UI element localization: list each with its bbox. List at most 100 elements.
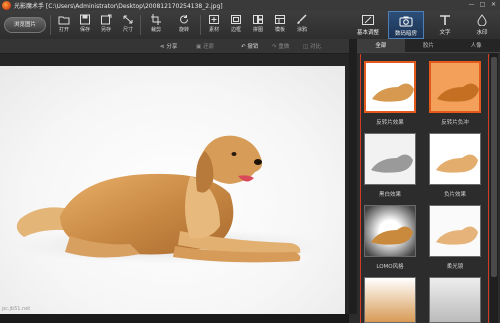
watermark-icon [477,14,487,26]
text-icon [440,15,450,25]
effects-panel: 全部 胶片 人像 反转片效果 反转片负冲 黑白效果 负片效果 LOMO风格 柔光… [357,39,500,323]
panel-scrollbar[interactable] [490,53,498,323]
mode-text[interactable]: 文字 [427,11,463,39]
size-label: 尺寸 [122,27,133,33]
material-icon [209,15,219,24]
redo-label: 重做 [278,44,290,50]
window-controls: — □ ✕ [467,1,498,9]
restore-label: 还原 [202,44,214,50]
rotate-icon [180,15,188,24]
app-logo-icon [2,1,11,10]
open-label: 打开 [58,27,69,33]
adjust-icon [362,15,374,25]
effect-thumb[interactable] [429,61,481,113]
crop-button[interactable]: 裁剪 [146,13,166,37]
tab-portrait[interactable]: 人像 [452,39,500,52]
undo-button[interactable]: ↶ 撤销 [241,42,258,50]
dog-thumbnail [372,83,414,102]
tab-film[interactable]: 胶片 [405,39,453,52]
effect-thumb[interactable] [429,205,481,257]
effects-tabs: 全部 胶片 人像 [357,39,500,53]
effect-thumb[interactable] [364,277,416,323]
minimize-button[interactable]: — [467,1,476,9]
effect-thumb[interactable] [429,277,481,323]
frame-button[interactable]: 边框 [226,13,246,37]
toolbar-divider [50,15,51,35]
frame-label: 边框 [230,27,241,33]
rotate-label: 旋转 [178,27,189,33]
effect-thumb[interactable] [364,61,416,113]
collage-label: 拼图 [252,27,263,33]
toolbar-divider [140,15,141,35]
window-title: 光影魔术手 [C:\Users\Administrator\Desktop\20… [14,3,223,10]
save-button[interactable]: 保存 [75,13,95,37]
effect-caption: 黑白效果 [378,192,401,198]
template-icon [275,15,285,24]
effect-caption: 柔光镜 [446,264,464,270]
save-as-label: 另存 [100,27,111,33]
share-label: 分享 [166,44,178,50]
effect-thumb[interactable] [364,133,416,185]
material-button[interactable]: 素材 [204,13,224,37]
dog-image [10,135,330,264]
open-button[interactable]: 打开 [54,13,74,37]
folder-icon [58,16,70,25]
panel-scroll-thumb[interactable] [491,57,497,277]
dog-thumbnail [436,154,478,173]
tab-all[interactable]: 全部 [357,39,405,52]
compare-label: 对比 [309,44,321,50]
close-button[interactable]: ✕ [489,1,498,9]
dog-thumbnail [371,226,413,245]
save-as-icon [101,14,112,25]
mode-basic-adjust[interactable]: 基本调整 [350,11,386,39]
mode-watermark[interactable]: 水印 [464,11,500,39]
mode-digital-darkroom[interactable]: 数码暗房 [388,11,424,39]
digital-darkroom-label: 数码暗房 [394,31,417,37]
undo-label: 撤销 [247,44,259,50]
basic-adjust-label: 基本调整 [356,30,379,36]
effect-caption: 反转片负冲 [441,120,469,126]
edit-subtoolbar: ⋖ 分享 ▣ 还原 ↶ 撤销 ↷ 重做 ◫ 对比 [0,39,349,54]
restore-button[interactable]: ▣ 还原 [196,42,214,50]
rotate-button[interactable]: 旋转 [174,13,194,37]
title-bar: 光影魔术手 [C:\Users\Administrator\Desktop\20… [0,0,500,11]
compare-button[interactable]: ◫ 对比 [303,42,321,50]
save-as-button[interactable]: 另存 [96,13,116,37]
effect-caption: LOMO风格 [376,264,404,270]
brush-icon [297,14,307,24]
camera-icon [399,16,413,27]
crop-label: 裁剪 [150,27,161,33]
dog-thumbnail [437,83,479,102]
size-button[interactable]: 尺寸 [118,13,138,37]
dog-thumbnail [436,226,478,245]
effect-thumb[interactable] [364,205,416,257]
doodle-label: 涂鸦 [296,27,307,33]
effect-caption: 反转片效果 [376,120,404,126]
collage-button[interactable]: 拼图 [248,13,268,37]
watermark-label: 水印 [476,30,488,36]
effect-caption: 负片效果 [443,192,466,198]
template-label: 模板 [274,27,285,33]
material-label: 素材 [208,27,219,33]
browse-images-button[interactable]: 浏览图片 [4,17,46,33]
maximize-button[interactable]: □ [478,1,487,9]
panel-highlight-right [488,54,489,323]
dog-thumbnail [371,154,413,173]
status-bar [0,314,349,323]
save-label: 保存 [79,27,90,33]
effect-thumb[interactable] [429,133,481,185]
photo-dog[interactable] [0,66,345,314]
crop-icon [151,14,161,25]
text-label: 文字 [439,30,451,36]
share-button[interactable]: ⋖ 分享 [160,42,177,50]
canvas-scrollbar[interactable] [349,39,357,314]
redo-button[interactable]: ↷ 重做 [272,42,289,50]
image-canvas[interactable]: pc.jb51.net [0,54,349,314]
template-button[interactable]: 模板 [270,13,290,37]
toolbar-divider [200,15,201,35]
watermark-text: pc.jb51.net [2,306,31,312]
main-toolbar: 浏览图片 打开 保存 另存 尺寸 裁剪 旋转 素材 边框 拼图 模板 涂鸦 基本… [0,11,500,39]
save-icon [80,14,90,25]
doodle-button[interactable]: 涂鸦 [292,13,312,37]
frame-icon [231,15,241,24]
